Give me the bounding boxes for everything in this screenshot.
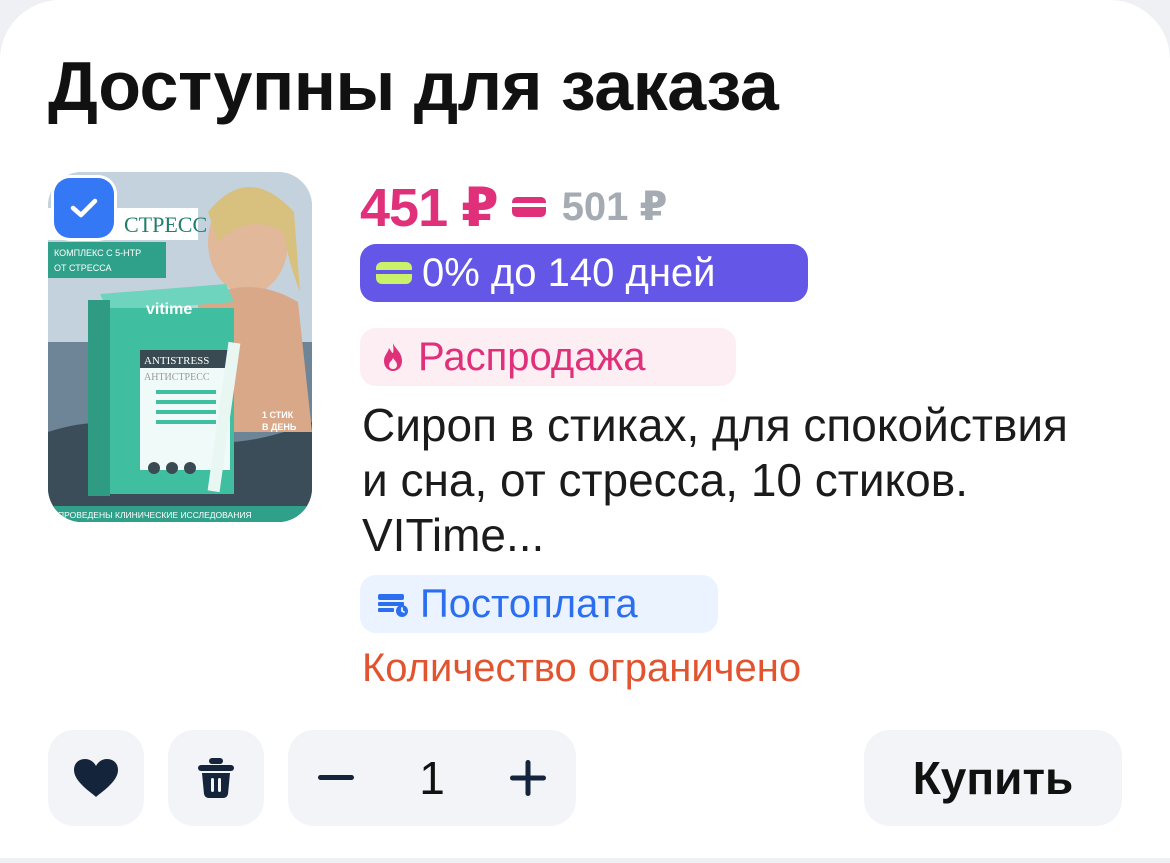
- card-icon: [376, 262, 412, 284]
- installment-label: 0% до 140 дней: [422, 250, 716, 295]
- wallet-icon: [376, 590, 410, 618]
- check-icon: [70, 198, 98, 218]
- price-row: 451 ₽ 501 ₽: [360, 176, 667, 238]
- delete-button[interactable]: [168, 730, 264, 826]
- order-card: Доступны для заказа СТРЕСС КОМПЛЕКС С 5-…: [0, 0, 1170, 858]
- image-footer: ПРОВЕДЕНЫ КЛИНИЧЕСКИЕ ИССЛЕДОВАНИЯ: [58, 510, 252, 520]
- section-title: Доступны для заказа: [48, 47, 779, 125]
- sale-badge: Распродажа: [360, 328, 736, 386]
- image-subline-1: КОМПЛЕКС С 5-НТР: [54, 248, 141, 258]
- trash-icon: [198, 758, 234, 798]
- heart-icon: [74, 759, 118, 797]
- increase-button[interactable]: [480, 730, 576, 826]
- image-brand: vitime: [146, 301, 192, 318]
- sale-label: Распродажа: [418, 334, 646, 379]
- plus-icon: [510, 760, 546, 796]
- image-dose-1: 1 СТИК: [262, 410, 294, 420]
- card-icon: [511, 197, 546, 217]
- select-checkbox[interactable]: [54, 178, 114, 238]
- quantity-value: 1: [419, 752, 445, 804]
- stock-note: Количество ограничено: [362, 646, 802, 690]
- decrease-button[interactable]: [288, 730, 384, 826]
- postpay-label: Постоплата: [420, 581, 638, 626]
- favorite-button[interactable]: [48, 730, 144, 826]
- postpay-badge: Постоплата: [360, 575, 718, 633]
- installment-badge[interactable]: 0% до 140 дней: [360, 244, 808, 302]
- product-name[interactable]: Сироп в стиках, для спокойствия и сна, о…: [362, 398, 1102, 563]
- price-old: 501 ₽: [561, 185, 668, 229]
- buy-button[interactable]: Купить: [864, 730, 1122, 826]
- minus-icon: [318, 775, 354, 780]
- price-current: 451 ₽: [360, 177, 499, 238]
- image-headline: СТРЕСС: [124, 212, 207, 237]
- quantity-stepper: 1: [288, 730, 576, 826]
- image-pack-ru: АНТИСТРЕСС: [144, 372, 210, 383]
- image-dose-2: В ДЕНЬ: [262, 422, 297, 432]
- image-subline-2: ОТ СТРЕССА: [54, 263, 112, 273]
- image-pack-en: ANTISTRESS: [144, 355, 209, 367]
- fire-icon: [378, 341, 408, 373]
